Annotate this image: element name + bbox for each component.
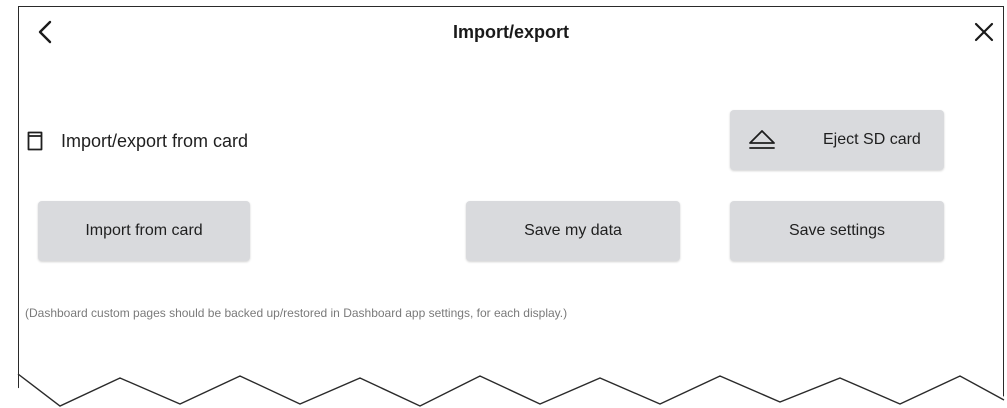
section-header: Import/export from card <box>27 127 248 155</box>
save-settings-button[interactable]: Save settings <box>730 201 944 261</box>
import-from-card-button[interactable]: Import from card <box>38 201 250 261</box>
eject-sd-card-label: Eject SD card <box>823 131 921 148</box>
torn-edge-decoration <box>0 360 1007 408</box>
close-icon[interactable] <box>973 21 995 43</box>
section-label: Import/export from card <box>61 130 249 151</box>
eject-icon <box>747 128 777 152</box>
page-title: Import/export <box>452 22 569 42</box>
eject-sd-card-button[interactable]: Eject SD card <box>730 110 944 170</box>
title-bar: Import/export <box>19 7 1003 59</box>
sd-card-icon <box>27 131 43 151</box>
save-settings-label: Save settings <box>788 222 886 239</box>
import-export-dialog: Import/export Import/export from card Ej… <box>18 6 1004 406</box>
dashboard-backup-note: (Dashboard custom pages should be backed… <box>25 306 568 320</box>
save-my-data-label: Save my data <box>524 222 622 239</box>
save-my-data-button[interactable]: Save my data <box>466 201 680 261</box>
import-from-card-label: Import from card <box>85 222 203 239</box>
